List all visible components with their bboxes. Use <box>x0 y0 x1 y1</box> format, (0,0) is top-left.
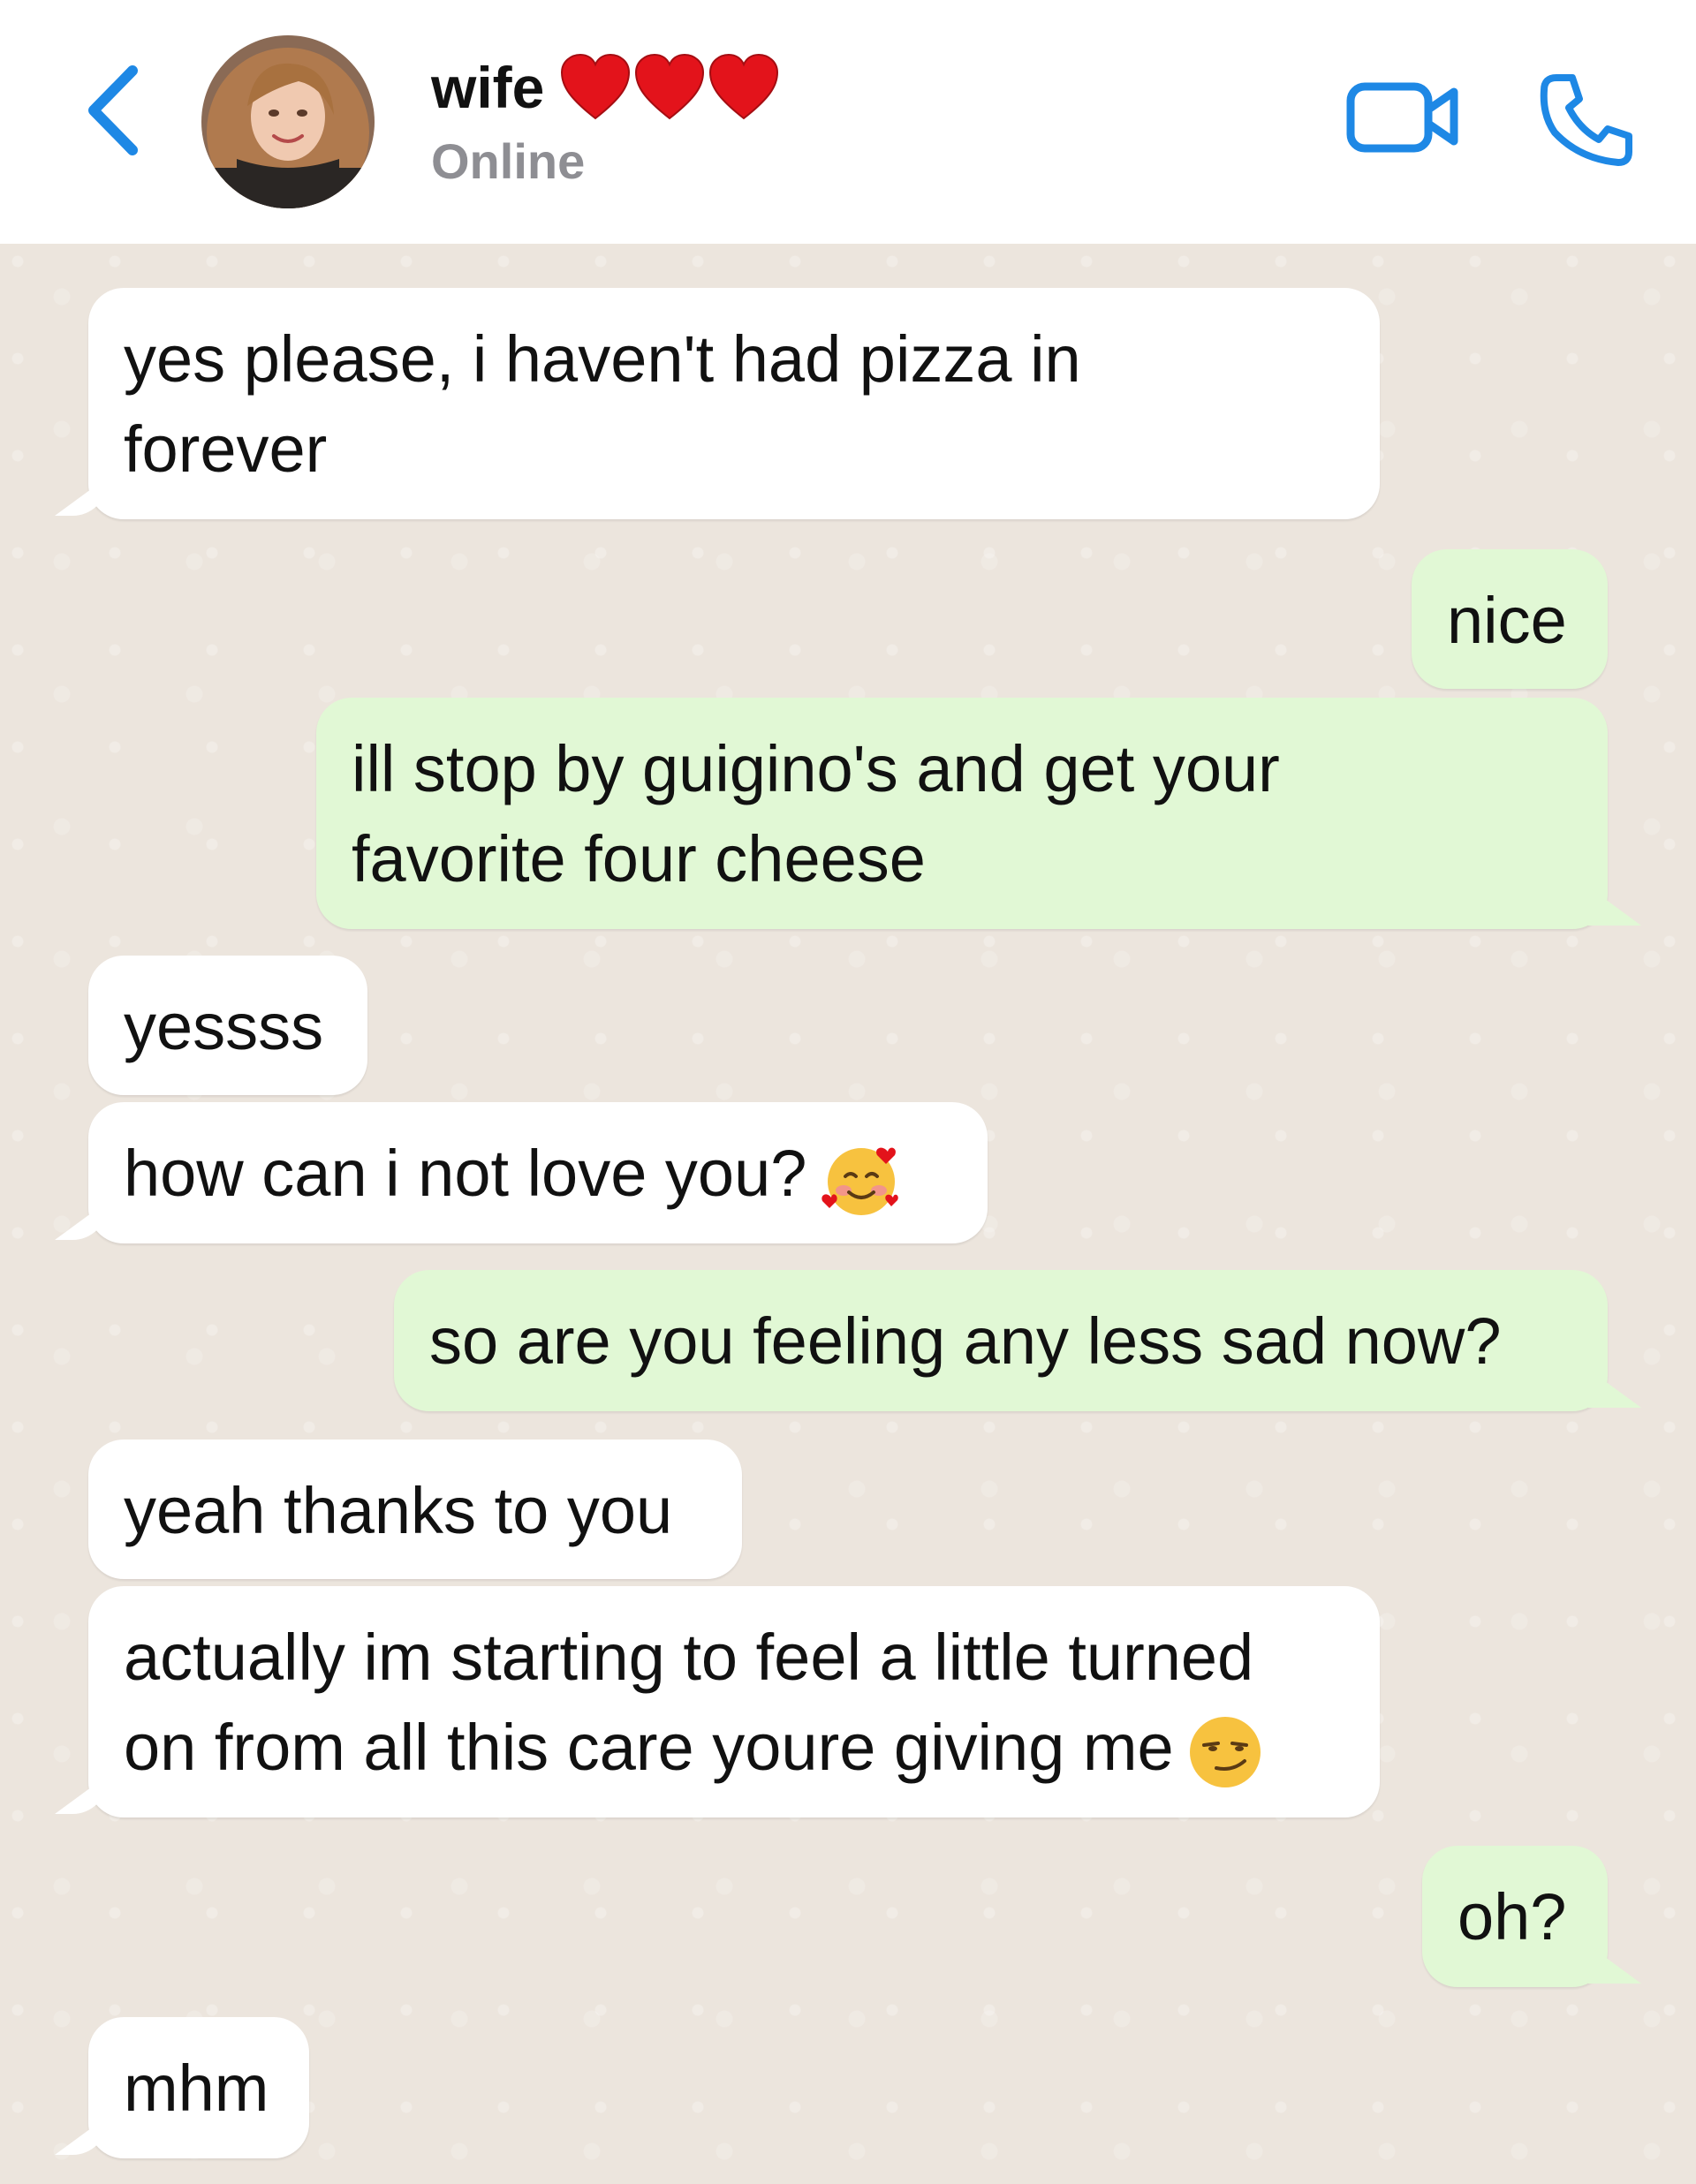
message-incoming[interactable]: actually im starting to feel a little tu… <box>88 1586 1380 1817</box>
message-text: favorite four cheese <box>352 822 926 896</box>
online-status: Online <box>431 133 586 189</box>
message-text: nice <box>1447 584 1567 657</box>
phone-icon[interactable] <box>1537 71 1636 170</box>
avatar[interactable] <box>201 35 375 208</box>
heart-icon <box>561 53 631 120</box>
message-outgoing[interactable]: so are you feeling any less sad now? <box>394 1270 1608 1411</box>
message-text: how can i not love you? <box>124 1137 807 1210</box>
message-text: mhm <box>124 2052 269 2125</box>
message-incoming[interactable]: how can i not love you? <box>88 1102 988 1243</box>
chat-area[interactable]: yes please, i haven't had pizza in forev… <box>0 244 1696 2184</box>
message-outgoing[interactable]: ill stop by guigino's and get your favor… <box>316 698 1608 929</box>
message-incoming[interactable]: yes please, i haven't had pizza in forev… <box>88 288 1380 519</box>
message-text: forever <box>124 412 328 486</box>
hearts <box>558 53 781 122</box>
message-text: yeah thanks to you <box>124 1474 673 1547</box>
message-text: ill stop by guigino's and get your <box>352 732 1280 805</box>
heart-icon <box>635 53 705 120</box>
message-text: yes please, i haven't had pizza in <box>124 322 1081 396</box>
smiling-face-with-hearts-icon <box>822 1148 899 1216</box>
message-outgoing[interactable]: oh? <box>1422 1846 1608 1987</box>
contact-name[interactable]: wife <box>431 53 781 122</box>
smirking-face-icon <box>1189 1717 1261 1788</box>
message-incoming[interactable]: yeah thanks to you <box>88 1440 742 1579</box>
video-camera-icon[interactable] <box>1346 76 1459 157</box>
message-text: oh? <box>1458 1880 1567 1954</box>
chat-header: wife Online <box>0 0 1696 244</box>
message-text: so are you feeling any less sad now? <box>429 1304 1502 1378</box>
message-outgoing[interactable]: nice <box>1412 549 1608 689</box>
heart-icon <box>709 53 779 120</box>
message-incoming[interactable]: mhm <box>88 2017 309 2158</box>
contact-name-text: wife <box>431 55 545 120</box>
message-text: on from all this care youre giving me <box>124 1711 1174 1784</box>
chevron-left-icon[interactable] <box>78 62 148 159</box>
message-text: actually im starting to feel a little tu… <box>124 1621 1254 1694</box>
message-text: yessss <box>124 990 324 1063</box>
message-incoming[interactable]: yessss <box>88 956 367 1095</box>
